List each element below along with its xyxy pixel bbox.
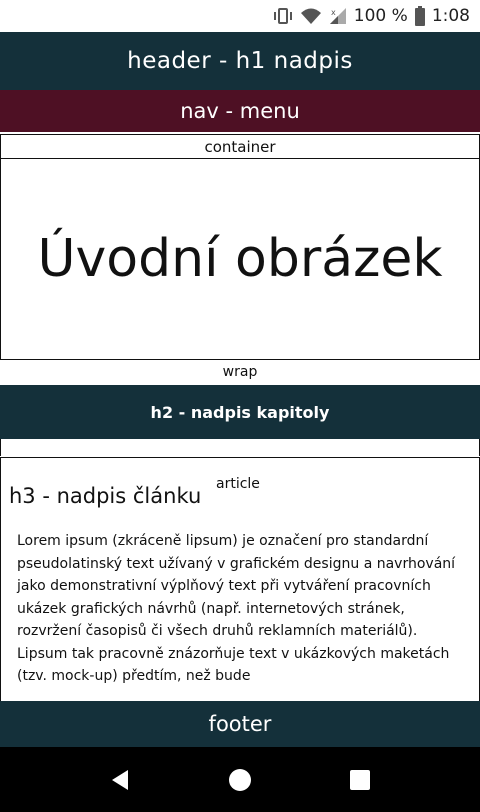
battery-percent: 100 % xyxy=(353,6,408,26)
article: h3 - nadpis článku article Lorem ipsum (… xyxy=(0,457,480,701)
container-label: container xyxy=(0,134,480,159)
wrap-label: wrap xyxy=(0,360,480,384)
back-icon[interactable] xyxy=(100,760,140,800)
chapter-heading-band: h2 - nadpis kapitoly xyxy=(0,385,480,439)
status-bar: x 100 % 1:08 xyxy=(0,0,480,32)
wrap-label-text: wrap xyxy=(222,364,258,380)
home-icon[interactable] xyxy=(220,760,260,800)
nav-menu-label: nav - menu xyxy=(180,99,300,123)
battery-icon xyxy=(414,6,426,26)
system-nav-bar xyxy=(0,747,480,812)
wifi-icon xyxy=(300,7,322,25)
wrap-spacer xyxy=(0,439,480,456)
container-label-text: container xyxy=(204,138,276,156)
recents-icon[interactable] xyxy=(340,760,380,800)
article-body: Lorem ipsum (zkráceně lipsum) je označen… xyxy=(17,533,456,684)
chapter-heading: h2 - nadpis kapitoly xyxy=(150,402,330,422)
signal-icon: x xyxy=(328,7,348,25)
article-tag: article xyxy=(216,476,260,492)
footer-label: footer xyxy=(208,712,272,736)
intro-image-text: Úvodní obrázek xyxy=(37,229,443,289)
page-footer: footer xyxy=(0,701,480,747)
vibrate-icon xyxy=(272,7,294,25)
nav-menu[interactable]: nav - menu xyxy=(0,90,480,132)
page-title: header - h1 nadpis xyxy=(127,48,353,74)
svg-text:x: x xyxy=(331,8,336,17)
clock: 1:08 xyxy=(431,6,470,26)
intro-image: Úvodní obrázek xyxy=(0,158,480,360)
article-heading: h3 - nadpis článku xyxy=(9,484,202,508)
page-header: header - h1 nadpis xyxy=(0,32,480,90)
